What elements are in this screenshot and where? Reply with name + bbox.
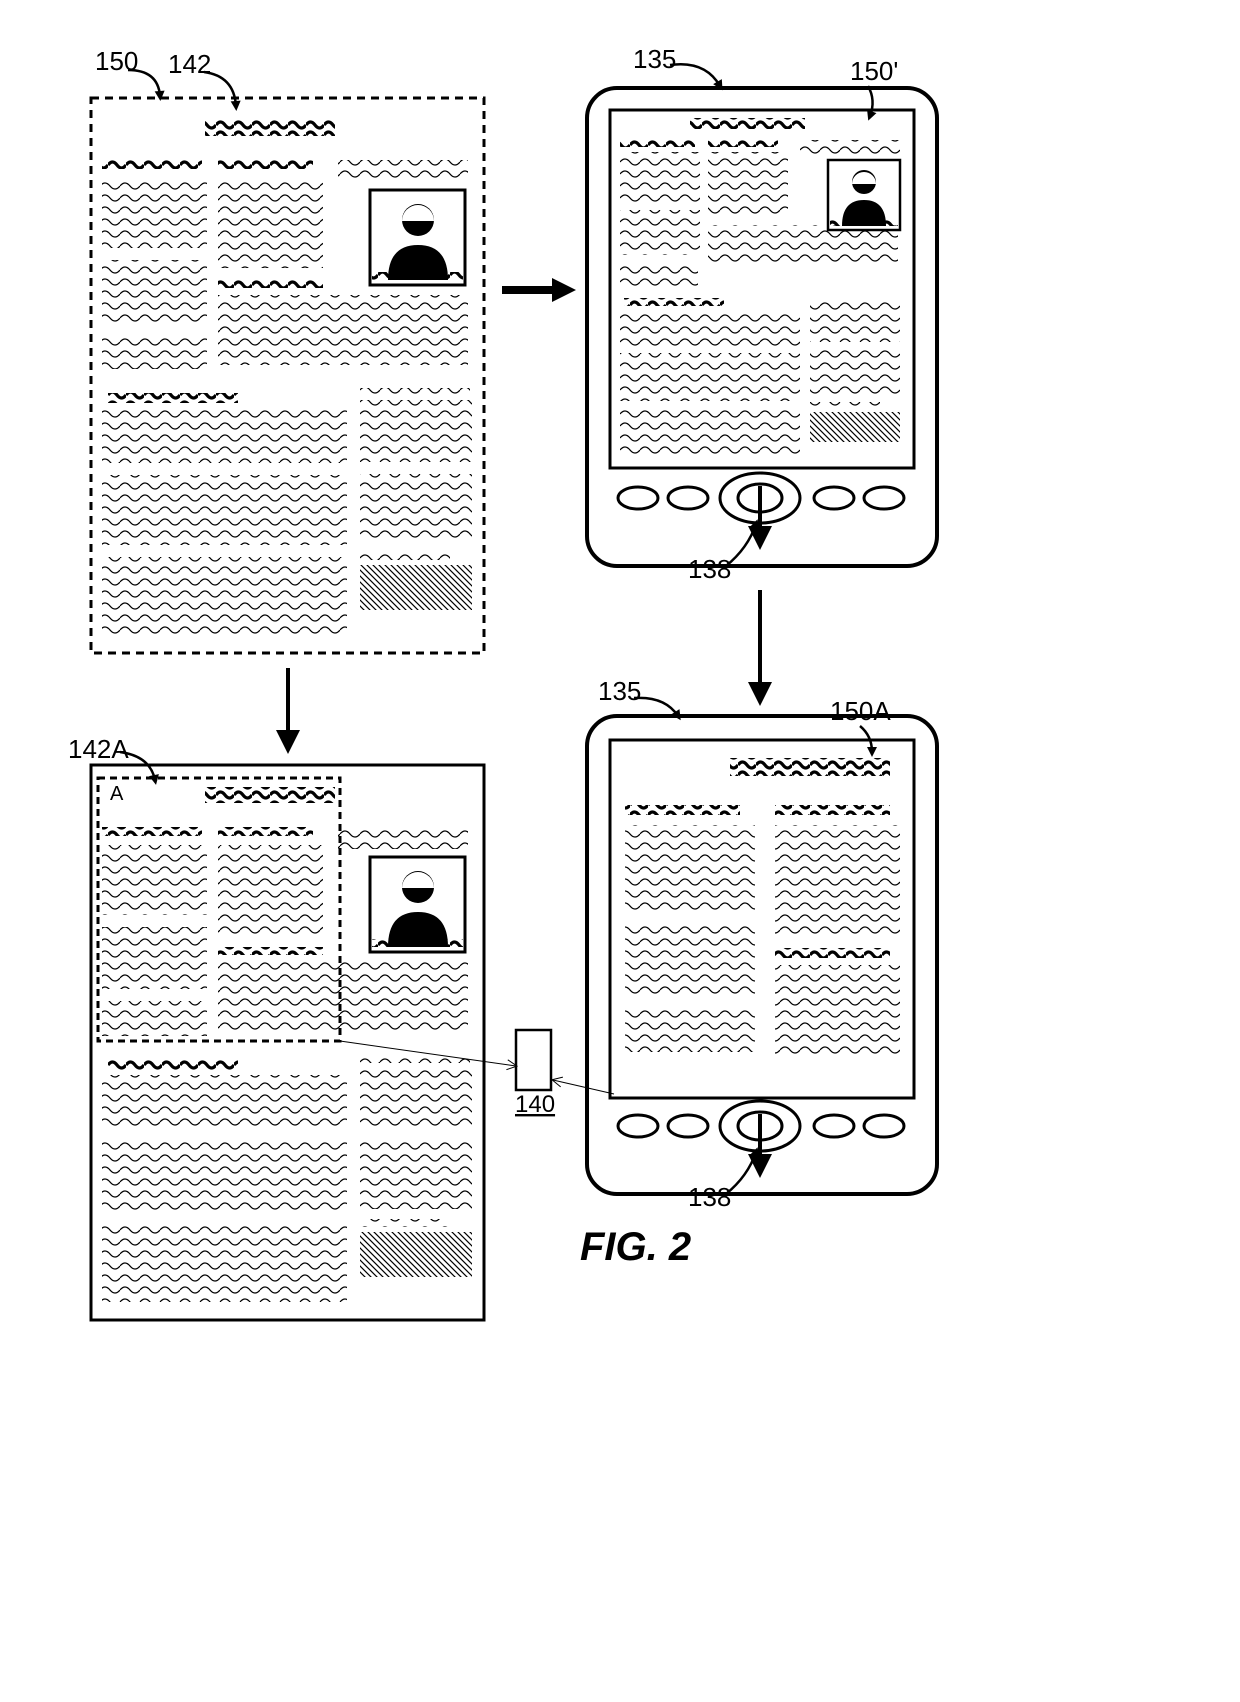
photo-person-device-top: [828, 160, 900, 230]
ref-142: 142: [168, 49, 211, 79]
ref-135-bottom: 135: [598, 676, 641, 706]
patent-figure-2: 150 142: [0, 0, 1240, 1702]
page-top-left: [91, 98, 484, 653]
ref-138-bottom: 138: [688, 1182, 731, 1212]
photo-person-bottom-left: [370, 857, 465, 952]
page-bottom-left: A: [91, 765, 484, 1320]
ref-150A: 150A: [830, 696, 891, 726]
ref-138-top: 138: [688, 554, 731, 584]
ref-142A: 142A: [68, 734, 129, 764]
photo-person-top-left: [370, 190, 465, 285]
ref-135-top: 135: [633, 44, 676, 74]
mapping-box-140: 140: [515, 1030, 555, 1118]
ref-150prime: 150': [850, 56, 898, 86]
device-bottom-right: [587, 716, 937, 1194]
ref-150: 150: [95, 46, 138, 76]
figure-title: FIG. 2: [580, 1225, 691, 1269]
letter-A: A: [110, 783, 124, 805]
ref-140: 140: [515, 1091, 555, 1118]
device-top-right: [587, 88, 937, 566]
